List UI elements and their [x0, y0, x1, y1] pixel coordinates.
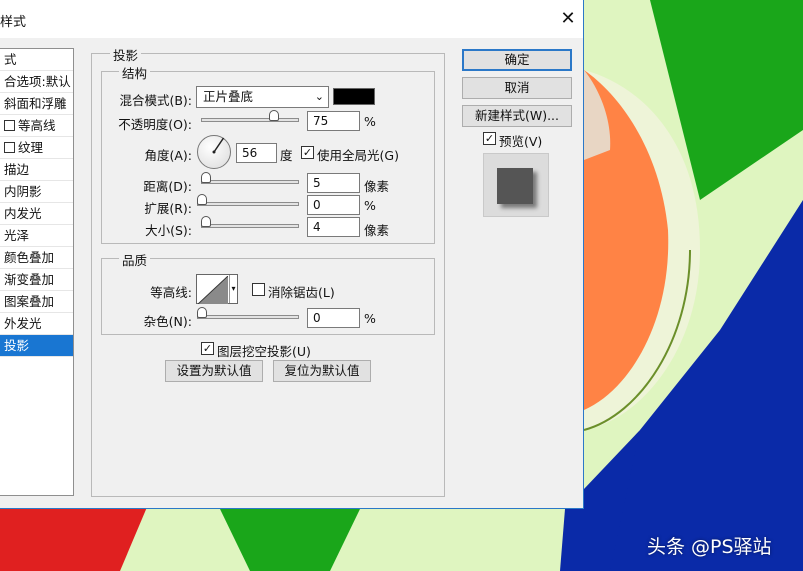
- style-list: 式 合选项:默认 斜面和浮雕 等高线 纹理 描边 内阴影 内发光 光泽 颜色叠加…: [0, 48, 74, 496]
- preview-checkbox[interactable]: ✓: [483, 132, 496, 145]
- sidebar-item-color-overlay[interactable]: 颜色叠加: [0, 247, 73, 269]
- knockout-checkbox[interactable]: ✓: [201, 342, 214, 355]
- size-slider[interactable]: [201, 216, 299, 228]
- ok-button[interactable]: 确定: [462, 49, 572, 71]
- blend-mode-label: 混合模式(B):: [119, 93, 192, 108]
- sidebar-item-inner-glow[interactable]: 内发光: [0, 203, 73, 225]
- distance-slider-thumb[interactable]: [201, 172, 211, 183]
- new-style-button[interactable]: 新建样式(W)...: [462, 105, 572, 127]
- sidebar-item-outer-glow[interactable]: 外发光: [0, 313, 73, 335]
- distance-input[interactable]: 5: [307, 173, 360, 193]
- blend-mode-select[interactable]: 正片叠底 ⌄: [196, 86, 329, 108]
- opacity-label: 不透明度(O):: [118, 117, 192, 132]
- size-unit: 像素: [364, 223, 390, 238]
- spread-slider[interactable]: [197, 194, 299, 206]
- global-light-checkbox[interactable]: ✓: [301, 146, 314, 159]
- opacity-unit: %: [364, 114, 376, 129]
- noise-slider[interactable]: [197, 307, 299, 319]
- angle-unit: 度: [280, 148, 293, 163]
- spread-input[interactable]: 0: [307, 195, 360, 215]
- shadow-color-swatch[interactable]: [333, 88, 375, 105]
- spread-unit: %: [364, 198, 376, 213]
- noise-unit: %: [364, 311, 376, 326]
- distance-label: 距离(D):: [143, 179, 192, 194]
- sidebar-item-blending-options[interactable]: 合选项:默认: [0, 71, 73, 93]
- knockout-label: 图层挖空投影(U): [217, 344, 311, 359]
- noise-slider-thumb[interactable]: [197, 307, 207, 318]
- reset-default-button[interactable]: 复位为默认值: [273, 360, 371, 382]
- contour-dropdown-arrow-icon[interactable]: ▾: [229, 275, 237, 303]
- window-title: 样式: [0, 15, 27, 30]
- cancel-button[interactable]: 取消: [462, 77, 572, 99]
- global-light-label: 使用全局光(G): [317, 148, 399, 163]
- style-list-header: 式: [0, 49, 73, 71]
- opacity-input[interactable]: 75: [307, 111, 360, 131]
- distance-slider[interactable]: [201, 172, 299, 184]
- sidebar-item-gradient-overlay[interactable]: 渐变叠加: [0, 269, 73, 291]
- noise-input[interactable]: 0: [307, 308, 360, 328]
- sidebar-item-stroke[interactable]: 描边: [0, 159, 73, 181]
- preview-square: [497, 168, 533, 204]
- sidebar-item-inner-shadow[interactable]: 内阴影: [0, 181, 73, 203]
- sidebar-item-satin[interactable]: 光泽: [0, 225, 73, 247]
- size-slider-thumb[interactable]: [201, 216, 211, 227]
- panel-title: 投影: [110, 45, 142, 64]
- angle-label: 角度(A):: [144, 148, 192, 163]
- angle-needle-icon: [212, 137, 225, 154]
- contour-checkbox[interactable]: [4, 120, 15, 131]
- layer-style-dialog: 样式 ✕ 式 合选项:默认 斜面和浮雕 等高线 纹理 描边 内阴影 内发光 光泽…: [0, 0, 584, 509]
- make-default-button[interactable]: 设置为默认值: [165, 360, 263, 382]
- distance-unit: 像素: [364, 179, 390, 194]
- sidebar-item-pattern-overlay[interactable]: 图案叠加: [0, 291, 73, 313]
- antialias-label: 消除锯齿(L): [268, 285, 335, 300]
- angle-input[interactable]: 56: [236, 143, 277, 163]
- structure-title: 结构: [119, 63, 151, 82]
- texture-checkbox[interactable]: [4, 142, 15, 153]
- linear-contour-icon: [198, 276, 228, 304]
- opacity-slider[interactable]: [201, 110, 299, 122]
- contour-picker[interactable]: ▾: [196, 274, 238, 304]
- chevron-down-icon: ⌄: [314, 90, 324, 103]
- spread-label: 扩展(R):: [144, 201, 192, 216]
- quality-title: 品质: [119, 250, 151, 269]
- size-label: 大小(S):: [145, 223, 192, 238]
- sidebar-item-bevel-emboss[interactable]: 斜面和浮雕: [0, 93, 73, 115]
- style-preview: [483, 153, 549, 217]
- watermark: 头条 @PS驿站: [647, 536, 772, 558]
- spread-slider-thumb[interactable]: [197, 194, 207, 205]
- antialias-checkbox[interactable]: [252, 283, 265, 296]
- noise-label: 杂色(N):: [143, 314, 192, 329]
- angle-dial[interactable]: [197, 135, 231, 169]
- sidebar-item-texture[interactable]: 纹理: [0, 137, 73, 159]
- opacity-slider-thumb[interactable]: [269, 110, 279, 121]
- sidebar-item-contour[interactable]: 等高线: [0, 115, 73, 137]
- sidebar-item-drop-shadow[interactable]: 投影: [0, 335, 73, 357]
- preview-label: 预览(V): [499, 134, 543, 149]
- size-input[interactable]: 4: [307, 217, 360, 237]
- contour-label: 等高线:: [150, 285, 192, 300]
- close-icon[interactable]: ✕: [555, 6, 581, 32]
- title-bar: 样式 ✕: [0, 0, 583, 38]
